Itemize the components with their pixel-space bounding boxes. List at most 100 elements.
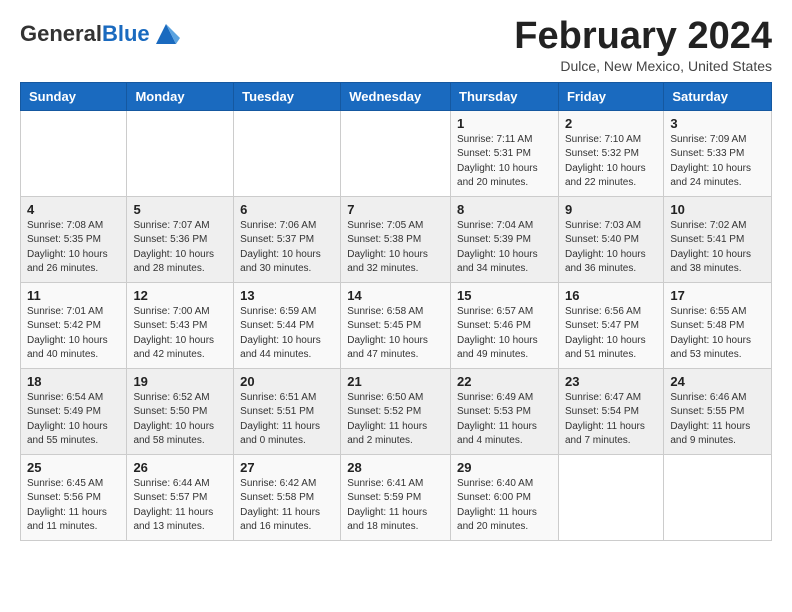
cell-info: Sunrise: 7:01 AM Sunset: 5:42 PM Dayligh…	[27, 305, 120, 363]
calendar-cell: 26 Sunrise: 6:44 AM Sunset: 5:57 PM Dayli…	[127, 454, 234, 540]
logo-blue-text: Blue	[102, 21, 150, 46]
calendar-cell: 13 Sunrise: 6:59 AM Sunset: 5:44 PM Dayli…	[234, 282, 341, 368]
calendar-cell: 15Sunrise: 6:57 AM Sunset: 5:46 PM Dayli…	[451, 282, 559, 368]
cell-info: Sunrise: 7:09 AM Sunset: 5:33 PM Dayligh…	[670, 133, 765, 191]
cell-info: Sunrise: 6:45 AM Sunset: 5:56 PM Dayligh…	[27, 477, 120, 535]
calendar-cell: 12Sunrise: 7:00 AM Sunset: 5:43 PM Dayli…	[127, 282, 234, 368]
logo-icon	[152, 20, 180, 48]
cell-info: Sunrise: 7:08 AM Sunset: 5:35 PM Dayligh…	[27, 219, 120, 277]
weekday-header-wednesday: Wednesday	[341, 82, 451, 110]
calendar-cell: 25 Sunrise: 6:45 AM Sunset: 5:56 PM Dayli…	[21, 454, 127, 540]
calendar-cell: 29 Sunrise: 6:40 AM Sunset: 6:00 PM Dayli…	[451, 454, 559, 540]
weekday-header-tuesday: Tuesday	[234, 82, 341, 110]
day-number: 14	[347, 288, 444, 303]
calendar-week-row: 25 Sunrise: 6:45 AM Sunset: 5:56 PM Dayli…	[21, 454, 772, 540]
day-number: 19	[133, 374, 227, 389]
day-number: 5	[133, 202, 227, 217]
calendar-cell: 23 Sunrise: 6:47 AM Sunset: 5:54 PM Dayli…	[558, 368, 663, 454]
calendar-cell: 2 Sunrise: 7:10 AM Sunset: 5:32 PM Daylig…	[558, 110, 663, 196]
weekday-header-saturday: Saturday	[664, 82, 772, 110]
day-number: 20	[240, 374, 334, 389]
calendar-cell: 11 Sunrise: 7:01 AM Sunset: 5:42 PM Dayli…	[21, 282, 127, 368]
cell-info: Sunrise: 6:50 AM Sunset: 5:52 PM Dayligh…	[347, 391, 444, 449]
day-number: 13	[240, 288, 334, 303]
cell-info: Sunrise: 7:06 AM Sunset: 5:37 PM Dayligh…	[240, 219, 334, 277]
cell-info: Sunrise: 6:52 AM Sunset: 5:50 PM Dayligh…	[133, 391, 227, 449]
weekday-header-row: SundayMondayTuesdayWednesdayThursdayFrid…	[21, 82, 772, 110]
calendar-week-row: 1Sunrise: 7:11 AM Sunset: 5:31 PM Daylig…	[21, 110, 772, 196]
cell-info: Sunrise: 7:07 AM Sunset: 5:36 PM Dayligh…	[133, 219, 227, 277]
day-number: 25	[27, 460, 120, 475]
day-number: 3	[670, 116, 765, 131]
header: GeneralBlue February 2024 Dulce, New Mex…	[20, 16, 772, 74]
cell-info: Sunrise: 6:55 AM Sunset: 5:48 PM Dayligh…	[670, 305, 765, 363]
cell-info: Sunrise: 6:44 AM Sunset: 5:57 PM Dayligh…	[133, 477, 227, 535]
cell-info: Sunrise: 7:11 AM Sunset: 5:31 PM Dayligh…	[457, 133, 552, 191]
calendar-cell: 20Sunrise: 6:51 AM Sunset: 5:51 PM Dayli…	[234, 368, 341, 454]
calendar-cell: 7Sunrise: 7:05 AM Sunset: 5:38 PM Daylig…	[341, 196, 451, 282]
calendar-cell	[127, 110, 234, 196]
day-number: 6	[240, 202, 334, 217]
cell-info: Sunrise: 7:03 AM Sunset: 5:40 PM Dayligh…	[565, 219, 657, 277]
day-number: 16	[565, 288, 657, 303]
calendar-cell: 14 Sunrise: 6:58 AM Sunset: 5:45 PM Dayli…	[341, 282, 451, 368]
day-number: 17	[670, 288, 765, 303]
cell-info: Sunrise: 7:04 AM Sunset: 5:39 PM Dayligh…	[457, 219, 552, 277]
calendar-cell: 17 Sunrise: 6:55 AM Sunset: 5:48 PM Dayli…	[664, 282, 772, 368]
day-number: 26	[133, 460, 227, 475]
day-number: 9	[565, 202, 657, 217]
cell-info: Sunrise: 6:54 AM Sunset: 5:49 PM Dayligh…	[27, 391, 120, 449]
calendar-cell: 24 Sunrise: 6:46 AM Sunset: 5:55 PM Dayli…	[664, 368, 772, 454]
calendar-cell	[21, 110, 127, 196]
logo: GeneralBlue	[20, 20, 180, 48]
calendar-cell	[558, 454, 663, 540]
calendar-cell: 4Sunrise: 7:08 AM Sunset: 5:35 PM Daylig…	[21, 196, 127, 282]
calendar-cell: 27 Sunrise: 6:42 AM Sunset: 5:58 PM Dayli…	[234, 454, 341, 540]
location-subtitle: Dulce, New Mexico, United States	[514, 58, 772, 74]
day-number: 29	[457, 460, 552, 475]
calendar-week-row: 11 Sunrise: 7:01 AM Sunset: 5:42 PM Dayli…	[21, 282, 772, 368]
day-number: 24	[670, 374, 765, 389]
calendar-cell: 28Sunrise: 6:41 AM Sunset: 5:59 PM Dayli…	[341, 454, 451, 540]
month-year-title: February 2024	[514, 16, 772, 58]
day-number: 2	[565, 116, 657, 131]
cell-info: Sunrise: 6:59 AM Sunset: 5:44 PM Dayligh…	[240, 305, 334, 363]
weekday-header-friday: Friday	[558, 82, 663, 110]
cell-info: Sunrise: 6:49 AM Sunset: 5:53 PM Dayligh…	[457, 391, 552, 449]
cell-info: Sunrise: 6:46 AM Sunset: 5:55 PM Dayligh…	[670, 391, 765, 449]
cell-info: Sunrise: 7:02 AM Sunset: 5:41 PM Dayligh…	[670, 219, 765, 277]
calendar-cell: 8 Sunrise: 7:04 AM Sunset: 5:39 PM Daylig…	[451, 196, 559, 282]
calendar-cell: 10Sunrise: 7:02 AM Sunset: 5:41 PM Dayli…	[664, 196, 772, 282]
title-area: February 2024 Dulce, New Mexico, United …	[514, 16, 772, 74]
cell-info: Sunrise: 6:41 AM Sunset: 5:59 PM Dayligh…	[347, 477, 444, 535]
calendar-cell	[341, 110, 451, 196]
cell-info: Sunrise: 6:40 AM Sunset: 6:00 PM Dayligh…	[457, 477, 552, 535]
day-number: 27	[240, 460, 334, 475]
cell-info: Sunrise: 6:47 AM Sunset: 5:54 PM Dayligh…	[565, 391, 657, 449]
cell-info: Sunrise: 6:56 AM Sunset: 5:47 PM Dayligh…	[565, 305, 657, 363]
calendar-cell	[664, 454, 772, 540]
calendar-week-row: 18Sunrise: 6:54 AM Sunset: 5:49 PM Dayli…	[21, 368, 772, 454]
calendar-cell: 22 Sunrise: 6:49 AM Sunset: 5:53 PM Dayli…	[451, 368, 559, 454]
calendar-table: SundayMondayTuesdayWednesdayThursdayFrid…	[20, 82, 772, 541]
day-number: 23	[565, 374, 657, 389]
cell-info: Sunrise: 6:42 AM Sunset: 5:58 PM Dayligh…	[240, 477, 334, 535]
cell-info: Sunrise: 7:00 AM Sunset: 5:43 PM Dayligh…	[133, 305, 227, 363]
day-number: 21	[347, 374, 444, 389]
day-number: 22	[457, 374, 552, 389]
calendar-cell: 16 Sunrise: 6:56 AM Sunset: 5:47 PM Dayli…	[558, 282, 663, 368]
cell-info: Sunrise: 6:58 AM Sunset: 5:45 PM Dayligh…	[347, 305, 444, 363]
day-number: 7	[347, 202, 444, 217]
weekday-header-monday: Monday	[127, 82, 234, 110]
calendar-cell: 5 Sunrise: 7:07 AM Sunset: 5:36 PM Daylig…	[127, 196, 234, 282]
cell-info: Sunrise: 7:10 AM Sunset: 5:32 PM Dayligh…	[565, 133, 657, 191]
day-number: 8	[457, 202, 552, 217]
calendar-cell	[234, 110, 341, 196]
logo-general-text: General	[20, 21, 102, 46]
calendar-cell: 9 Sunrise: 7:03 AM Sunset: 5:40 PM Daylig…	[558, 196, 663, 282]
day-number: 15	[457, 288, 552, 303]
calendar-cell: 19 Sunrise: 6:52 AM Sunset: 5:50 PM Dayli…	[127, 368, 234, 454]
weekday-header-sunday: Sunday	[21, 82, 127, 110]
calendar-cell: 1Sunrise: 7:11 AM Sunset: 5:31 PM Daylig…	[451, 110, 559, 196]
day-number: 11	[27, 288, 120, 303]
